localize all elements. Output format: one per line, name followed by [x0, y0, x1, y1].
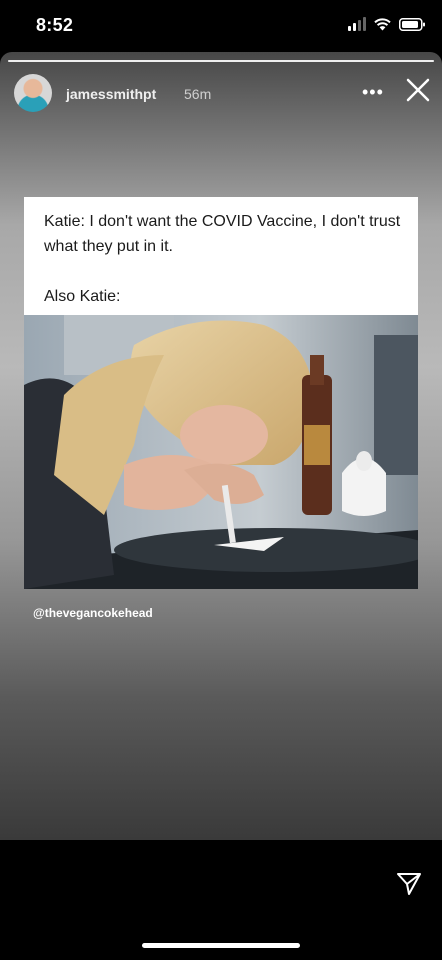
- status-time: 8:52: [36, 15, 74, 35]
- cellular-signal-icon: [348, 17, 366, 31]
- meme-caption-line-2: Also Katie:: [44, 288, 121, 305]
- story-timestamp: 56m: [184, 86, 212, 102]
- story-progress-bar: [8, 60, 434, 62]
- home-indicator[interactable]: [142, 943, 300, 948]
- reposted-meme-card: Katie: I don't want the COVID Vaccine, I…: [24, 197, 418, 589]
- battery-icon: [399, 17, 426, 31]
- wifi-icon: [374, 17, 391, 31]
- meme-caption-line-1: Katie: I don't want the COVID Vaccine, I…: [44, 213, 401, 255]
- avatar[interactable]: [14, 74, 52, 112]
- close-icon[interactable]: [406, 78, 430, 107]
- story-username[interactable]: jamessmithpt: [66, 86, 156, 102]
- send-icon[interactable]: [396, 872, 422, 901]
- more-options-icon[interactable]: •••: [362, 82, 384, 103]
- meme-caption: Katie: I don't want the COVID Vaccine, I…: [44, 209, 404, 309]
- meme-photo: [24, 315, 418, 589]
- status-icons: [348, 17, 426, 31]
- meme-credit: @thevegancokehead: [33, 606, 153, 620]
- story-progress-fill: [8, 60, 434, 62]
- status-bar: 8:52: [0, 0, 442, 52]
